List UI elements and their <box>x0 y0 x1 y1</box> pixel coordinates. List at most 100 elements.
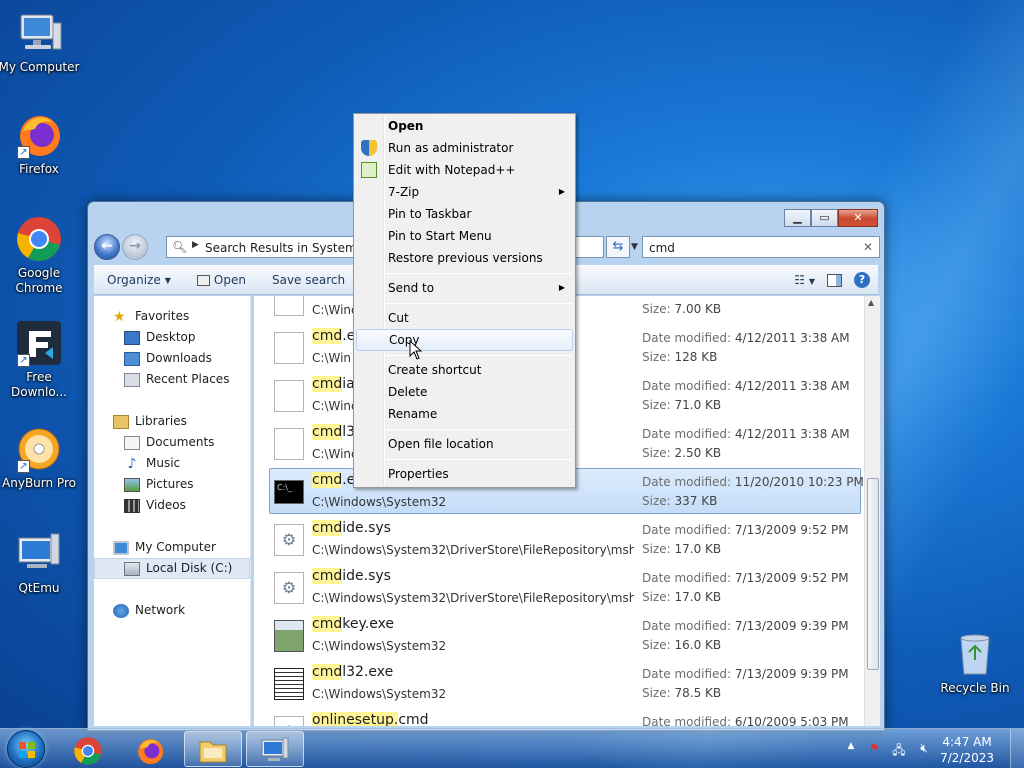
file-name: cmdkey.exe <box>312 616 394 632</box>
size-value: 17.0 KB <box>674 590 722 604</box>
desktop-icon-anyburn[interactable]: ↗ AnyBurn Pro <box>0 425 81 491</box>
nav-libraries[interactable]: Libraries <box>94 411 250 432</box>
system-clock[interactable]: 4:47 AM 7/2/2023 <box>940 734 994 766</box>
minimize-button[interactable]: ▁ <box>784 209 811 227</box>
menu-item-edit-with-notepad-plus-plus[interactable]: Edit with Notepad++ <box>356 159 573 181</box>
menu-item-restore-previous-versions[interactable]: Restore previous versions <box>356 247 573 269</box>
result-row[interactable]: cmdkey.exe C:\Windows\System32 Date modifi… <box>269 612 861 658</box>
file-size: Size: 128 KB <box>642 350 717 364</box>
size-label: Size: <box>642 638 671 652</box>
shortcut-arrow-icon: ↗ <box>17 146 30 159</box>
nav-music[interactable]: ♪ Music <box>94 453 250 474</box>
close-button[interactable]: ✕ <box>838 209 878 227</box>
system-file-icon: ⚙ <box>274 572 304 604</box>
vertical-scrollbar[interactable]: ▲ <box>864 296 880 726</box>
nav-desktop[interactable]: Desktop <box>94 327 250 348</box>
clear-search-icon[interactable]: ✕ <box>863 240 873 254</box>
menu-label: Open file location <box>388 437 494 451</box>
organize-button[interactable]: Organize ▼ <box>94 266 184 294</box>
size-label: Size: <box>642 350 671 364</box>
search-input[interactable]: cmd ✕ <box>642 236 880 258</box>
result-row[interactable]: ⚙ onlinesetup.cmd Date modified: 6/10/2009… <box>269 708 861 726</box>
show-desktop-button[interactable] <box>1010 729 1024 768</box>
menu-item-pin-to-taskbar[interactable]: Pin to Taskbar <box>356 203 573 225</box>
taskbar-qtemu-button[interactable] <box>246 731 304 767</box>
file-path: C:\Wind <box>312 303 359 317</box>
save-search-button[interactable]: Save search <box>259 266 358 294</box>
file-date: Date modified: 6/10/2009 5:03 PM <box>642 715 849 726</box>
refresh-icon[interactable]: ⇆ <box>606 236 630 258</box>
menu-item-send-to[interactable]: Send to ▶ <box>356 277 573 299</box>
file-name: onlinesetup.cmd <box>312 712 429 726</box>
menu-item-create-shortcut[interactable]: Create shortcut <box>356 359 573 381</box>
nav-videos[interactable]: Videos <box>94 495 250 516</box>
volume-muted-icon[interactable]: 🔇︎ <box>916 741 932 757</box>
nav-downloads[interactable]: Downloads <box>94 348 250 369</box>
desktop-icon-free-download[interactable]: ↗ Free Downlo... <box>0 319 81 400</box>
breadcrumb-arrow-icon[interactable]: ▶ <box>192 240 199 250</box>
taskbar-explorer-button[interactable] <box>184 731 242 767</box>
nav-label: Pictures <box>146 477 194 491</box>
menu-item-7-zip[interactable]: 7-Zip ▶ <box>356 181 573 203</box>
menu-item-run-as-administrator[interactable]: Run as administrator <box>356 137 573 159</box>
size-value: 2.50 KB <box>674 446 722 460</box>
menu-item-delete[interactable]: Delete <box>356 381 573 403</box>
nav-local-disk[interactable]: Local Disk (C:) <box>94 558 250 579</box>
start-button[interactable] <box>7 730 45 768</box>
menu-item-open[interactable]: Open <box>356 115 573 137</box>
desktop-icon-firefox[interactable]: ↗ Firefox <box>0 111 81 177</box>
nav-pictures[interactable]: Pictures <box>94 474 250 495</box>
search-highlight: cmd <box>312 472 343 488</box>
menu-item-properties[interactable]: Properties <box>356 463 573 485</box>
file-date: Date modified: 7/13/2009 9:52 PM <box>642 571 849 585</box>
free-download-manager-icon: ↗ <box>15 319 63 367</box>
size-label: Size: <box>642 446 671 460</box>
scrollbar-thumb[interactable] <box>867 478 879 670</box>
search-highlight: cmd <box>312 520 343 536</box>
back-button[interactable]: ← <box>94 234 120 260</box>
file-date: Date modified: 11/20/2010 10:23 PM <box>642 475 864 489</box>
desktop-icon-qtemu[interactable]: QtEmu <box>0 530 81 596</box>
result-row[interactable]: ⚙ cmdide.sys C:\Windows\System32\DriverSto… <box>269 564 861 610</box>
document-file-icon <box>274 332 304 364</box>
preview-pane-icon[interactable] <box>827 273 842 287</box>
result-row[interactable]: cmdl32.exe C:\Windows\System32 Date modifi… <box>269 660 861 706</box>
size-label: Size: <box>642 398 671 412</box>
nav-my-computer[interactable]: My Computer <box>94 537 250 558</box>
menu-item-open-file-location[interactable]: Open file location <box>356 433 573 455</box>
menu-item-pin-to-start-menu[interactable]: Pin to Start Menu <box>356 225 573 247</box>
maximize-button[interactable]: ▭ <box>811 209 838 227</box>
desktop-icon-google-chrome[interactable]: Google Chrome <box>0 215 81 296</box>
file-size: Size: 17.0 KB <box>642 542 721 556</box>
action-center-flag-icon[interactable]: ⚑ <box>866 741 882 757</box>
network-status-icon[interactable]: 🖧︎ <box>891 741 907 757</box>
nav-documents[interactable]: Documents <box>94 432 250 453</box>
nav-favorites[interactable]: ★ Favorites <box>94 306 250 327</box>
application-icon <box>274 668 304 700</box>
menu-item-rename[interactable]: Rename <box>356 403 573 425</box>
forward-button[interactable]: → <box>122 234 148 260</box>
menu-item-copy[interactable]: Copy <box>356 329 573 351</box>
help-icon[interactable]: ? <box>854 272 870 288</box>
desktop-icon-recycle-bin[interactable]: Recycle Bin <box>933 630 1017 696</box>
date-label: Date modified: <box>642 571 732 585</box>
music-note-icon: ♪ <box>127 455 137 472</box>
result-row[interactable]: ⚙ cmdide.sys C:\Windows\System32\DriverSto… <box>269 516 861 562</box>
computer-icon <box>15 9 63 57</box>
show-hidden-icons-icon[interactable]: ▲ <box>843 741 859 757</box>
file-date: Date modified: 7/13/2009 9:39 PM <box>642 667 849 681</box>
scroll-up-icon[interactable]: ▲ <box>868 298 874 307</box>
nav-network[interactable]: Network <box>94 600 250 621</box>
menu-item-cut[interactable]: Cut <box>356 307 573 329</box>
file-name: cmdl32.exe <box>312 664 393 680</box>
size-value: 78.5 KB <box>674 686 722 700</box>
open-button[interactable]: Open <box>184 266 259 294</box>
desktop-icon-my-computer[interactable]: My Computer <box>0 9 81 75</box>
file-size: Size: 71.0 KB <box>642 398 721 412</box>
change-view-icon[interactable]: ☷ ▼ <box>794 273 815 287</box>
documents-icon <box>124 435 140 450</box>
taskbar-chrome-button[interactable] <box>60 731 118 767</box>
taskbar: ▲ ⚑ 🖧︎ 🔇︎ 4:47 AM 7/2/2023 <box>0 728 1024 768</box>
nav-recent-places[interactable]: Recent Places <box>94 369 250 390</box>
taskbar-firefox-button[interactable] <box>122 731 180 767</box>
